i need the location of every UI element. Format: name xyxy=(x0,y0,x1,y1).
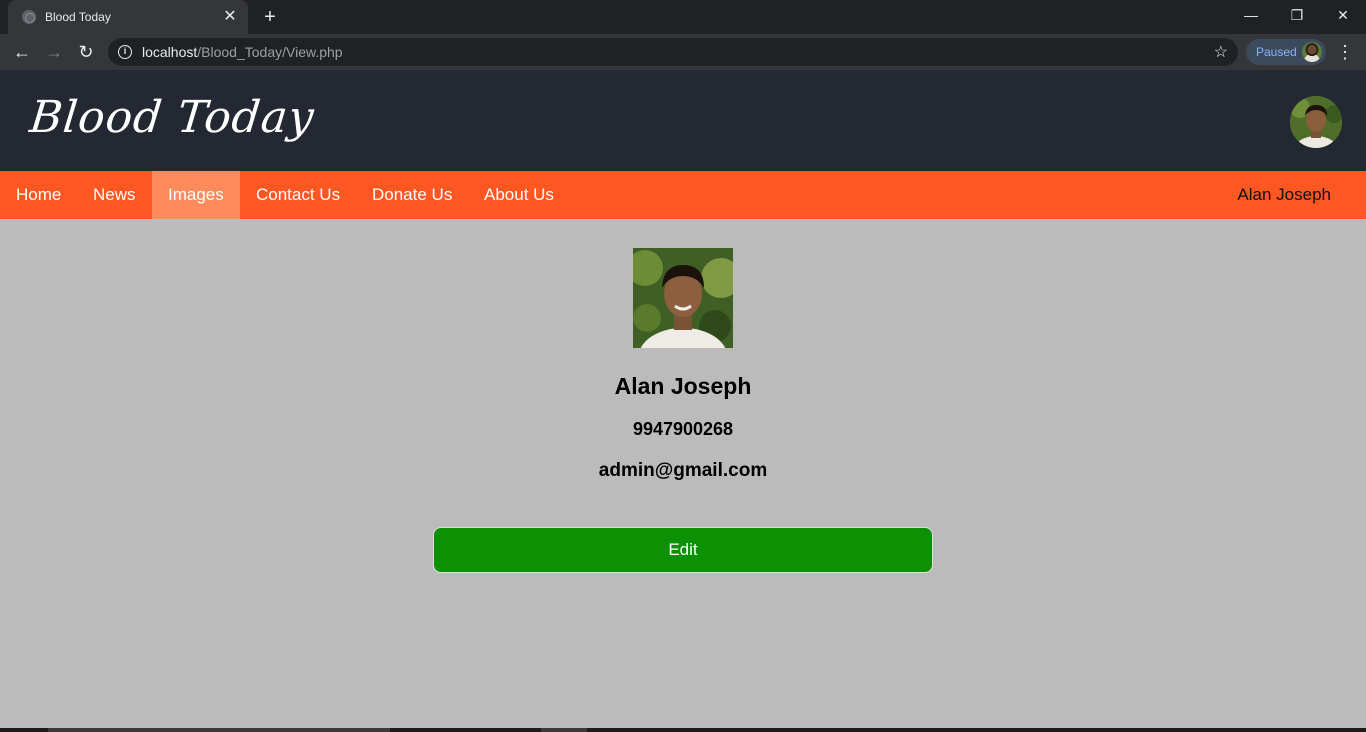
profile-photo xyxy=(633,248,733,348)
taskbar-strip xyxy=(0,728,1366,732)
browser-toolbar: ← → ↻ i localhost /Blood_Today/View.php … xyxy=(0,34,1366,70)
menu-item-donate-us[interactable]: Donate Us xyxy=(356,171,468,219)
minimize-button[interactable]: — xyxy=(1228,0,1274,30)
profile-phone: 9947900268 xyxy=(632,419,734,439)
tab-title: Blood Today xyxy=(45,10,111,24)
header-avatar[interactable] xyxy=(1290,96,1342,148)
profile-name: Alan Joseph xyxy=(614,373,752,399)
browser-tab[interactable]: Blood Today ✕ xyxy=(8,0,248,34)
menu-item-images[interactable]: Images xyxy=(152,171,240,219)
back-button[interactable]: ← xyxy=(8,38,36,66)
address-host: localhost xyxy=(142,44,198,60)
menu-user-name[interactable]: Alan Joseph xyxy=(1237,171,1331,219)
taskbar-segment xyxy=(541,728,587,732)
tab-close-icon[interactable]: ✕ xyxy=(222,9,238,25)
restore-button[interactable]: ❐ xyxy=(1274,0,1320,30)
globe-icon xyxy=(22,10,36,24)
browser-menu-icon[interactable]: ⋮ xyxy=(1336,38,1354,66)
menu-item-about-us[interactable]: About Us xyxy=(468,171,570,219)
taskbar-segment xyxy=(48,728,390,732)
page: Blood Today Home News Images Contact Us … xyxy=(0,70,1366,728)
bookmark-star-icon[interactable]: ☆ xyxy=(1214,42,1228,62)
menu-item-news[interactable]: News xyxy=(77,171,152,219)
address-path: /Blood_Today/View.php xyxy=(197,44,343,60)
forward-button[interactable]: → xyxy=(40,38,68,66)
edit-button[interactable]: Edit xyxy=(433,527,933,573)
profile-email: admin@gmail.com xyxy=(598,460,768,481)
profile-paused-button[interactable]: Paused xyxy=(1246,39,1326,65)
menu-item-home[interactable]: Home xyxy=(0,171,77,219)
close-window-button[interactable]: ✕ xyxy=(1320,0,1366,30)
new-tab-button[interactable]: + xyxy=(259,6,281,28)
info-icon[interactable]: i xyxy=(118,45,132,59)
menu-item-contact-us[interactable]: Contact Us xyxy=(240,171,356,219)
paused-label: Paused xyxy=(1256,45,1297,59)
site-header: Blood Today xyxy=(0,70,1366,171)
site-logo[interactable]: Blood Today xyxy=(27,92,317,143)
address-bar[interactable]: i localhost /Blood_Today/View.php ☆ xyxy=(108,38,1238,66)
profile-avatar-icon xyxy=(1302,42,1322,62)
browser-tab-strip: Blood Today ✕ + — ❐ ✕ xyxy=(0,0,1366,34)
main-menu: Home News Images Contact Us Donate Us Ab… xyxy=(0,171,1366,219)
reload-button[interactable]: ↻ xyxy=(72,38,100,66)
